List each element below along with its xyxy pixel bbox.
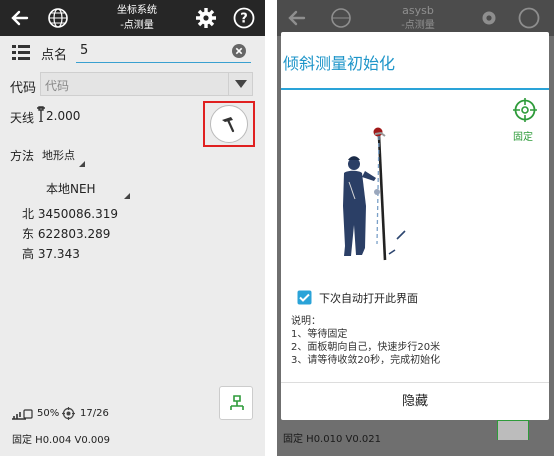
clear-icon[interactable] (232, 44, 246, 58)
method-value: 地形点 (42, 149, 75, 162)
back-arrow-icon[interactable] (8, 6, 32, 30)
hammer-icon (222, 117, 235, 133)
dropdown-arrow-icon (235, 80, 247, 88)
dialog-title-divider (281, 88, 549, 90)
battery-icon (12, 409, 33, 420)
antenna-label: 天线 (10, 111, 35, 125)
method-dropdown-arrow-icon (79, 161, 85, 167)
checkbox-label: 下次自动打开此界面 (319, 292, 418, 305)
checkbox-checked-icon[interactable] (297, 290, 312, 305)
coordinate-list: 北 3450086.319 东 622803.289 高 37.343 (22, 205, 118, 265)
coord-system-value: 本地NEH (46, 182, 96, 196)
satellite-count: 17/26 (80, 408, 109, 419)
fix-status: 固定 H0.010 V0.021 (283, 434, 381, 445)
battery-value: 50% (37, 408, 60, 419)
header-title-line1: 坐标系统 (117, 5, 157, 16)
code-dropdown[interactable]: 代码 (40, 72, 253, 96)
gear-icon[interactable] (194, 6, 218, 30)
globe-icon[interactable] (46, 6, 70, 30)
dialog-title: 倾斜测量初始化 (283, 54, 396, 73)
svg-text:?: ? (240, 12, 248, 27)
measure-button (497, 420, 529, 440)
code-placeholder: 代码 (45, 79, 70, 93)
crosshair-icon (513, 98, 537, 122)
measure-button[interactable] (219, 386, 253, 420)
instruction-step-3: 3、请等待收敛20秒，完成初始化 (291, 355, 441, 366)
point-name-input[interactable]: 5 (80, 43, 88, 58)
tilt-survey-button[interactable] (210, 105, 248, 143)
coord-east-label: 东 (22, 227, 35, 241)
surveyor-illustration (343, 127, 406, 261)
list-icon[interactable] (12, 44, 30, 61)
coord-north-value: 3450086.319 (37, 207, 119, 221)
coord-system-dropdown-arrow-icon (124, 193, 130, 199)
antenna-icon (37, 106, 45, 122)
app-header: 坐标系统 -点测量 ? (0, 0, 265, 36)
code-dropdown-button[interactable] (228, 73, 252, 95)
coord-east-value: 622803.289 (37, 227, 111, 241)
method-dropdown[interactable]: 地形点 (40, 144, 88, 168)
left-screen: 坐标系统 -点测量 ? 点名 5 代码 代码 天线 2.000 方法 地形点 本… (0, 0, 265, 456)
fixed-label: 固定 (513, 132, 533, 143)
point-name-underline (76, 62, 251, 63)
header-title-line2: -点测量 (120, 20, 154, 31)
right-screen: asysb -点测量 固定 H0.010 V0.021 倾斜测量初始化 固定 下… (277, 0, 554, 456)
hide-button[interactable]: 隐藏 (281, 382, 549, 420)
antenna-height-value[interactable]: 2.000 (46, 109, 80, 123)
instruction-heading: 说明： (291, 316, 321, 327)
fixed-status: 固定 (510, 98, 540, 144)
point-name-label: 点名 (41, 48, 68, 63)
survey-point-icon (230, 395, 244, 410)
tilt-init-dialog: 倾斜测量初始化 固定 下次自动打开此界面 说明： 1、等待固定 2、面板朝向自己… (281, 32, 549, 420)
fix-status: 固定 H0.004 V0.009 (12, 435, 110, 446)
code-label: 代码 (10, 81, 37, 96)
coord-north-label: 北 (22, 207, 35, 221)
coord-north: 北 3450086.319 (22, 205, 118, 225)
coord-height-label: 高 (22, 247, 35, 261)
help-icon[interactable]: ? (232, 6, 256, 30)
method-label: 方法 (10, 149, 35, 163)
auto-open-checkbox[interactable]: 下次自动打开此界面 (297, 288, 554, 308)
header-title: 坐标系统 -点测量 (92, 3, 182, 33)
instruction-step-1: 1、等待固定 (291, 329, 348, 340)
coord-height-value: 37.343 (37, 247, 80, 261)
coord-east: 东 622803.289 (22, 225, 118, 245)
coord-system-dropdown[interactable]: 本地NEH (40, 176, 132, 200)
coord-height: 高 37.343 (22, 245, 118, 265)
satellite-icon (62, 407, 75, 420)
instruction-step-2: 2、面板朝向自己，快速步行20米 (291, 342, 441, 353)
